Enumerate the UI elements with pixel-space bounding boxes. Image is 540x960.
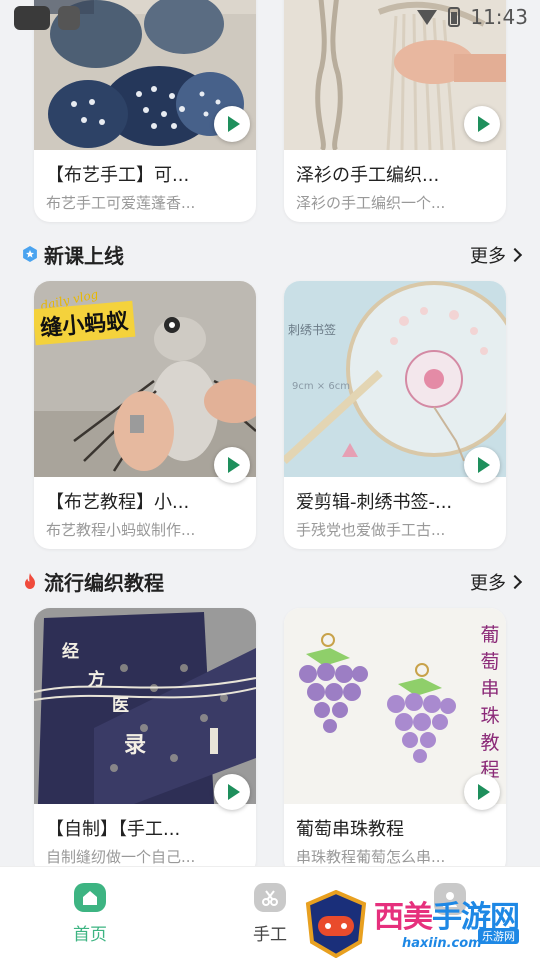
badge-icon — [23, 246, 37, 262]
fire-icon — [25, 573, 35, 589]
battery-icon — [448, 7, 461, 27]
image-char: 葡 — [480, 624, 500, 646]
tab-label: 手工 — [253, 925, 287, 945]
tab-label: 首页 — [73, 925, 107, 945]
card-subtitle: 串珠教程葡萄怎么串... — [296, 848, 446, 866]
play-button[interactable] — [464, 774, 500, 810]
image-subtitle-text: 9cm × 6cm — [292, 381, 350, 392]
notification-icon — [58, 6, 80, 30]
profile-icon — [434, 883, 466, 915]
card-title: 泽衫の手工编织... — [296, 165, 440, 186]
section-header-popular-weaving: 流行编织教程 更多 — [0, 565, 540, 597]
card-subtitle: 泽衫の手工编织一个... — [296, 194, 446, 212]
more-label: 更多 — [470, 246, 506, 267]
play-button[interactable] — [214, 447, 250, 483]
play-button[interactable] — [214, 106, 250, 142]
signal-icon — [417, 10, 438, 25]
card-title: 【自制】【手工... — [46, 819, 181, 840]
chevron-right-icon — [507, 247, 523, 263]
scissors-icon — [254, 883, 286, 912]
course-card[interactable]: 经 方 医 录 【自制】【手工... 自制缝纫做一个自己... — [34, 608, 256, 876]
course-card[interactable]: daily vlog 缝小蚂蚁 【布艺教程】小... 布艺教程小蚂蚁制作... — [34, 281, 256, 549]
more-link[interactable]: 更多 — [470, 569, 523, 595]
section-title: 流行编织教程 — [44, 571, 164, 595]
image-char: 珠 — [480, 705, 500, 727]
bottom-tab-bar: 首页 手工 — [0, 866, 540, 960]
course-card[interactable]: 刺绣书签 9cm × 6cm 爱剪辑-刺绣书签-... 手残党也爱做手工古... — [284, 281, 506, 549]
course-thumbnail: 葡 萄 串 珠 教 程 — [284, 608, 506, 804]
more-link[interactable]: 更多 — [470, 242, 523, 268]
image-title-text: 刺绣书签 — [288, 323, 337, 337]
tab-profile[interactable] — [410, 883, 490, 945]
card-subtitle: 布艺手工可爱莲蓬香... — [46, 194, 196, 212]
tab-home[interactable]: 首页 — [50, 883, 130, 945]
card-subtitle: 布艺教程小蚂蚁制作... — [46, 521, 196, 539]
notification-icon — [14, 6, 50, 30]
image-char: 方 — [88, 670, 105, 690]
home-icon — [74, 883, 106, 912]
section-header-new-courses: 新课上线 更多 — [0, 238, 540, 270]
status-left — [14, 6, 80, 30]
play-button[interactable] — [214, 774, 250, 810]
card-subtitle: 手残党也爱做手工古... — [296, 521, 446, 539]
image-char: 萄 — [480, 651, 500, 673]
image-char: 串 — [480, 678, 500, 700]
play-button[interactable] — [464, 447, 500, 483]
tab-handcraft[interactable]: 手工 — [230, 883, 310, 945]
course-card[interactable]: 葡 萄 串 珠 教 程 葡萄串珠教程 串珠教程葡萄怎么串... — [284, 608, 506, 876]
status-right: 11:43 — [416, 5, 528, 29]
card-title: 【布艺手工】可... — [46, 165, 190, 186]
course-thumbnail: daily vlog 缝小蚂蚁 — [34, 281, 256, 477]
course-thumbnail: 经 方 医 录 — [34, 608, 256, 804]
image-title-text: 葡 萄 串 珠 教 程 — [478, 622, 502, 784]
more-label: 更多 — [470, 573, 506, 594]
card-title: 【布艺教程】小... — [46, 492, 190, 513]
status-time: 11:43 — [470, 5, 528, 29]
chevron-right-icon — [507, 574, 523, 590]
course-thumbnail: 刺绣书签 9cm × 6cm — [284, 281, 506, 477]
card-title: 爱剪辑-刺绣书签-... — [296, 492, 453, 513]
section-title: 新课上线 — [44, 244, 124, 268]
card-subtitle: 自制缝纫做一个自己... — [46, 848, 196, 866]
image-char: 医 — [112, 696, 129, 716]
status-bar: 11:43 — [0, 0, 540, 36]
card-title: 葡萄串珠教程 — [296, 819, 404, 840]
image-char: 录 — [124, 733, 147, 758]
image-char: 经 — [62, 642, 79, 662]
image-char: 教 — [480, 732, 500, 754]
play-button[interactable] — [464, 106, 500, 142]
